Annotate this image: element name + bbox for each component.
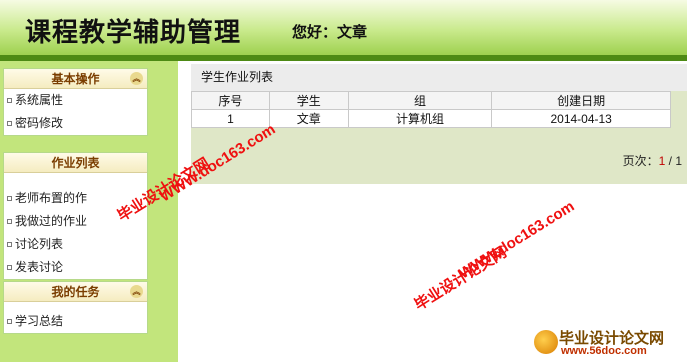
column-header-created-date[interactable]: 创建日期	[491, 91, 671, 110]
cell-index: 1	[191, 109, 270, 128]
sidebar-panel-tasks: 我的任务 ︽ 学习总结	[3, 281, 148, 334]
chevron-up-icon[interactable]: ︽	[130, 72, 143, 85]
sidebar-item-label: 密码修改	[15, 116, 64, 130]
panel-title-homework: 作业列表	[51, 156, 100, 170]
square-bullet-icon	[7, 219, 12, 224]
square-bullet-icon	[7, 319, 12, 324]
square-bullet-icon	[7, 265, 12, 270]
table-header-row: 序号 学生 组 创建日期	[191, 91, 671, 110]
page-title: 学生作业列表	[191, 64, 687, 91]
homework-table: 序号 学生 组 创建日期 1 文章 计算机组 2014-04-13	[191, 91, 671, 128]
site-badge-url: www.56doc.com	[561, 345, 647, 357]
sidebar-item-label: 系统属性	[15, 93, 64, 107]
cell-student: 文章	[268, 109, 349, 128]
sidebar-item-label: 我做过的作业	[15, 214, 88, 228]
sidebar-item-label: 讨论列表	[15, 237, 64, 251]
site-logo-icon	[534, 330, 558, 354]
column-header-group[interactable]: 组	[347, 91, 493, 110]
sidebar-item-change-password[interactable]: 密码修改	[4, 112, 147, 135]
user-greeting: 您好：文章	[292, 24, 368, 41]
sidebar: 基本操作 ︽ 系统属性 密码修改 作业列表 老师布置的作 我做过的作业 讨论列表	[0, 61, 178, 362]
cell-created-date: 2014-04-13	[491, 109, 671, 128]
sidebar-item-label: 发表讨论	[15, 260, 64, 274]
sidebar-item-study-summary[interactable]: 学习总结	[4, 310, 147, 333]
panel-title-basic: 基本操作	[51, 72, 100, 86]
panel-header-tasks[interactable]: 我的任务 ︽	[4, 282, 147, 302]
sidebar-panel-basic: 基本操作 ︽ 系统属性 密码修改	[3, 68, 148, 136]
chevron-up-icon[interactable]: ︽	[130, 285, 143, 298]
square-bullet-icon	[7, 196, 12, 201]
site-badge: 毕业设计论文网 www.56doc.com	[531, 327, 687, 362]
cell-group: 计算机组	[347, 109, 493, 128]
panel-header-homework[interactable]: 作业列表	[4, 153, 147, 173]
sidebar-item-system-properties[interactable]: 系统属性	[4, 89, 147, 112]
square-bullet-icon	[7, 121, 12, 126]
pager-total: / 1	[665, 154, 682, 168]
pager: 页次：1 / 1	[623, 152, 682, 169]
app-title: 课程教学辅助管理	[25, 18, 242, 48]
square-bullet-icon	[7, 242, 12, 247]
column-header-student[interactable]: 学生	[268, 91, 349, 110]
sidebar-item-post-discussion[interactable]: 发表讨论	[4, 256, 147, 279]
sidebar-item-label: 老师布置的作	[15, 191, 88, 205]
app-header: 课程教学辅助管理 您好：文章	[0, 0, 687, 55]
sidebar-item-label: 学习总结	[15, 314, 64, 328]
square-bullet-icon	[7, 98, 12, 103]
panel-header-basic[interactable]: 基本操作 ︽	[4, 69, 147, 89]
watermark-url: WWW.doc163.com	[456, 197, 578, 283]
pager-label: 页次：	[622, 154, 659, 168]
sidebar-item-discussion-list[interactable]: 讨论列表	[4, 233, 147, 256]
panel-title-tasks: 我的任务	[51, 285, 100, 299]
column-header-index[interactable]: 序号	[191, 91, 270, 110]
